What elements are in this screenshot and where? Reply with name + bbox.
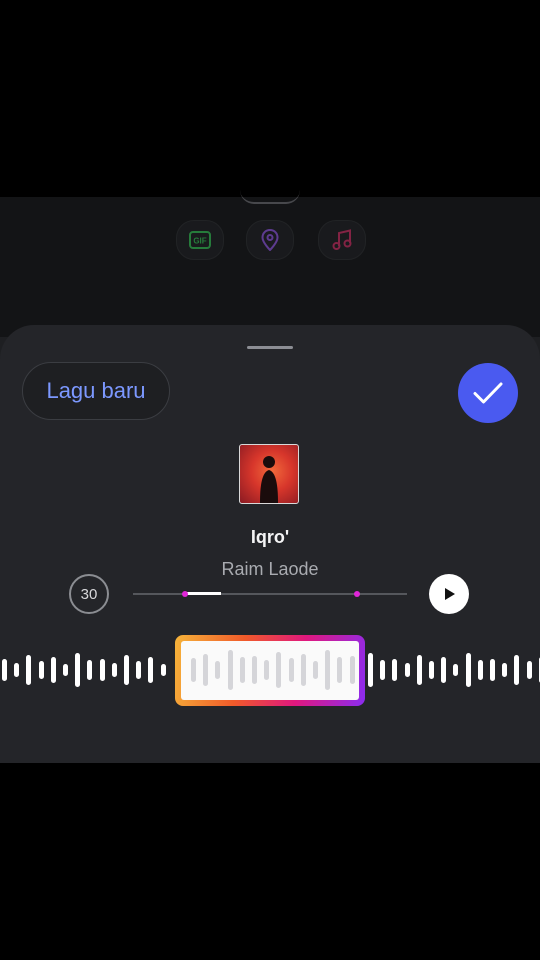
segment-start-marker (182, 591, 188, 597)
waveform-bar (160, 664, 166, 676)
waveform-bar (465, 653, 471, 687)
waveform-bar (526, 661, 532, 679)
waveform-bar (404, 663, 410, 677)
gif-icon: GIF (189, 231, 211, 249)
waveform-bar (349, 656, 355, 684)
music-picker-sheet: Lagu baru Iqro' Raim Laode 30 (0, 325, 540, 763)
clip-selection-inner (181, 641, 359, 700)
album-cover (239, 444, 299, 504)
waveform-bar (203, 654, 209, 686)
waveform-bar (87, 660, 93, 680)
waveform-bar (26, 655, 32, 685)
gif-sticker-label: GIF (193, 237, 206, 246)
waveform-bar (252, 656, 257, 684)
song-title: Iqro' (250, 527, 290, 547)
waveform-bar (75, 653, 81, 687)
location-pin-icon (261, 229, 279, 251)
waveform-bar (14, 663, 20, 677)
waveform-bar (502, 663, 508, 677)
done-button[interactable] (458, 363, 518, 423)
waveform-bar (477, 660, 483, 680)
artist-silhouette-image (260, 456, 278, 503)
waveform-bar (514, 655, 520, 685)
waveform-bar (337, 657, 343, 683)
waveform-bar (490, 659, 495, 681)
music-note-icon (332, 229, 352, 250)
capture-button-edge (240, 190, 300, 204)
waveform-bar (300, 654, 306, 686)
location-sticker-button[interactable] (246, 220, 294, 260)
lyric-marker (354, 591, 360, 597)
waveform-bar (239, 657, 245, 683)
waveform-bar (227, 650, 233, 690)
gif-sticker-button[interactable]: GIF (176, 220, 224, 260)
waveform-bar (2, 659, 7, 681)
waveform-bar (50, 657, 56, 683)
waveform-bar (368, 653, 373, 687)
selected-segment-indicator (186, 592, 221, 595)
song-progress-track[interactable] (133, 593, 407, 595)
waveform-bar (380, 660, 386, 680)
waveform-bar (453, 664, 459, 676)
waveform-bar (313, 661, 318, 679)
new-song-button[interactable]: Lagu baru (22, 362, 170, 420)
waveform-bar (124, 655, 129, 685)
waveform-bar (325, 650, 331, 690)
play-icon (445, 588, 455, 600)
waveform-bar (276, 652, 282, 688)
music-sticker-button[interactable] (318, 220, 366, 260)
waveform-bar (429, 661, 434, 679)
waveform-bar (416, 655, 422, 685)
waveform-bar (215, 661, 221, 679)
check-icon (473, 382, 503, 404)
play-button[interactable] (429, 574, 469, 614)
waveform-bar (288, 658, 294, 682)
sheet-drag-handle[interactable] (247, 346, 293, 349)
waveform-bar (441, 657, 447, 683)
clip-duration-button[interactable]: 30 (69, 574, 109, 614)
waveform-bar (392, 659, 398, 681)
waveform-bar (111, 663, 117, 677)
waveform-bar (148, 657, 154, 683)
waveform-bar (63, 664, 68, 676)
waveform-bar (136, 661, 142, 679)
waveform-bar (191, 658, 196, 682)
waveform-bar (264, 660, 270, 680)
waveform-bar (38, 661, 44, 679)
clip-selection-window[interactable] (175, 635, 365, 706)
waveform-bar (99, 659, 105, 681)
